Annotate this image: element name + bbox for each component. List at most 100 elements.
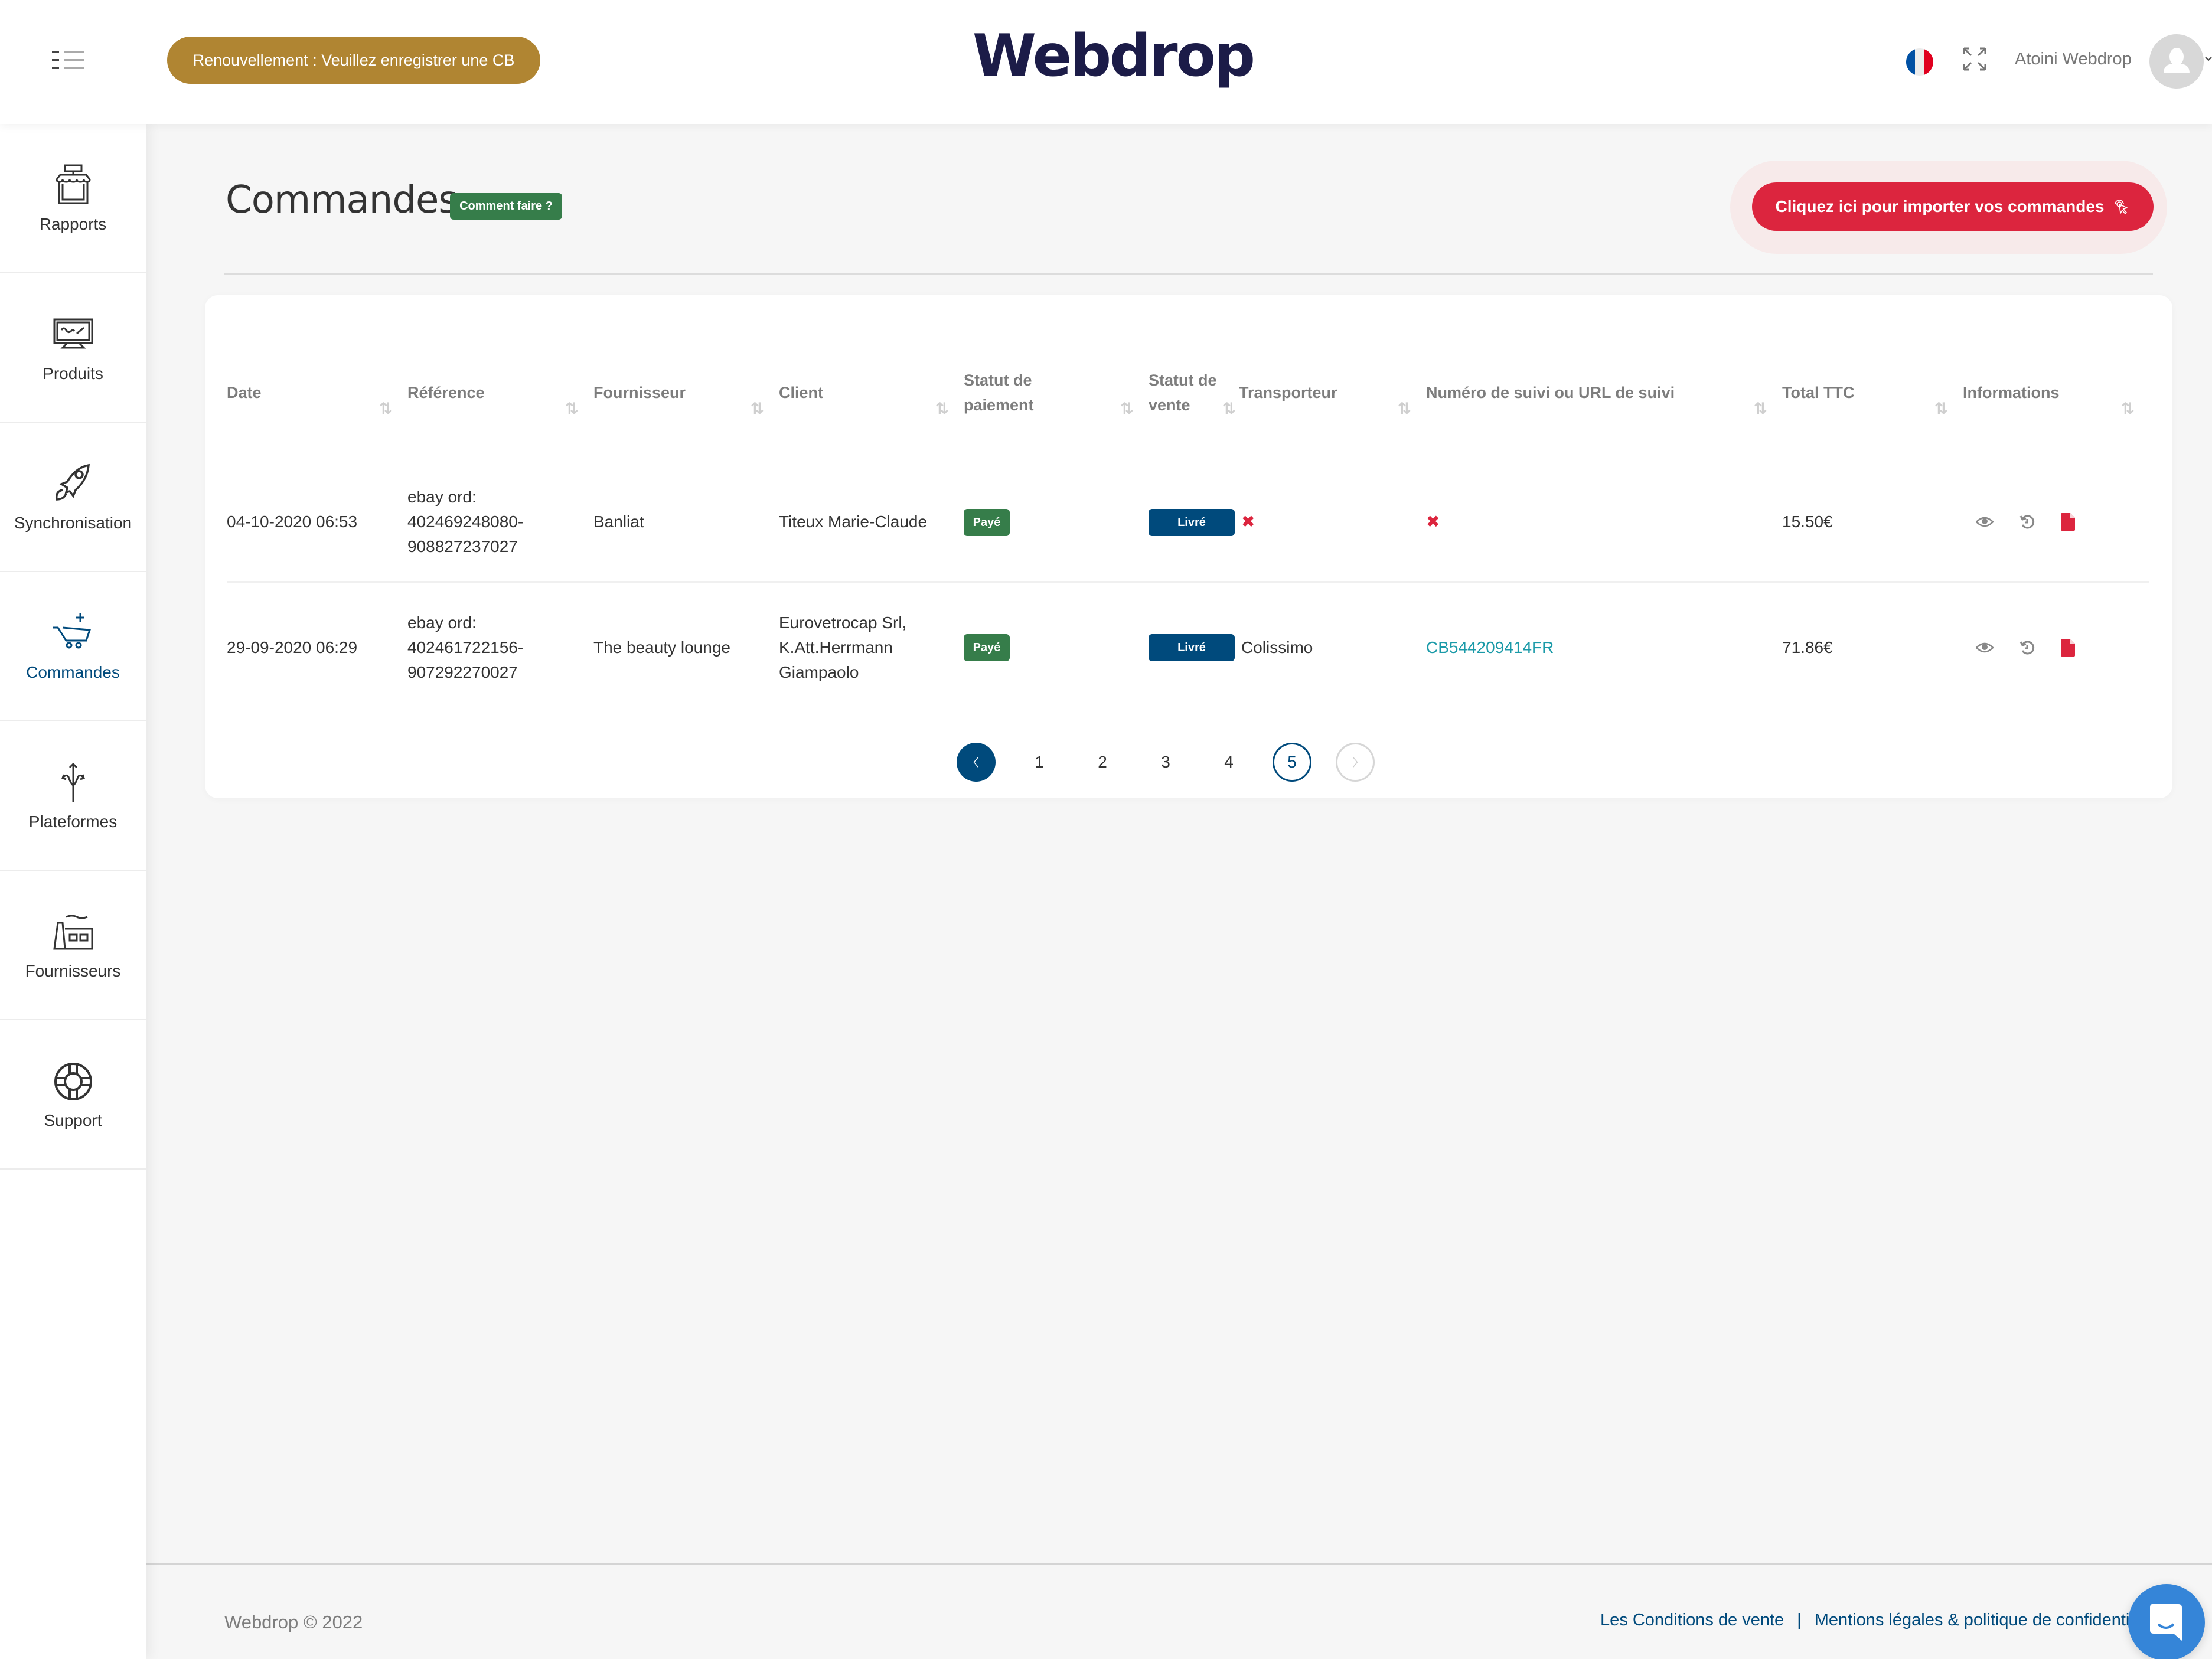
user-name[interactable]: Atoini Webdrop [2015, 46, 2132, 72]
order-date: 29-09-2020 06:29 [227, 638, 358, 657]
sort-icon[interactable]: ⇅ [565, 396, 582, 417]
pagination-page-4[interactable]: 4 [1209, 743, 1248, 782]
title-divider [224, 273, 2153, 275]
carrier-cell: ✖ [1239, 463, 1426, 583]
invoice-document-icon[interactable] [2061, 638, 2075, 657]
sidebar-item-label: Plateformes [28, 812, 118, 831]
footer-separator: | [1797, 1611, 1802, 1629]
sort-icon[interactable]: ⇅ [751, 396, 767, 417]
missing-tracking-x-icon: ✖ [1426, 512, 1440, 531]
invoice-document-icon[interactable] [2061, 513, 2075, 531]
pagination-page-5-current[interactable]: 5 [1273, 743, 1311, 782]
order-carrier: Colissimo [1241, 638, 1313, 657]
orders-card: Date ⇅ Référence ⇅ Fournisseur ⇅ Client ⇅ St… [205, 295, 2172, 798]
pagination-page-3[interactable]: 3 [1146, 743, 1185, 782]
sort-icon[interactable]: ⇅ [1754, 396, 1770, 417]
sidebar-item-label: Rapports [39, 214, 107, 233]
top-header: Renouvellement : Veuillez enregistrer un… [0, 0, 2212, 124]
chat-widget-button[interactable] [2128, 1584, 2205, 1659]
fullscreen-icon[interactable] [1962, 46, 1988, 72]
order-total: 71.86€ [1782, 638, 1833, 657]
renewal-card-button[interactable]: Renouvellement : Veuillez enregistrer un… [167, 37, 540, 84]
chevron-down-icon[interactable] [2205, 53, 2212, 65]
rocket-icon [55, 463, 90, 501]
info-actions [1963, 582, 2149, 713]
column-header-sale-status[interactable]: Statut de vente ⇅ [1149, 322, 1239, 463]
sort-icon[interactable]: ⇅ [1222, 396, 1239, 417]
payment-status-badge: Payé [964, 634, 1010, 662]
history-icon[interactable] [2019, 640, 2035, 655]
pagination: 1 2 3 4 5 [957, 742, 1375, 783]
sidebar-item-label: Synchronisation [14, 513, 132, 532]
column-header-tracking[interactable]: Numéro de suivi ou URL de suivi ⇅ [1426, 322, 1782, 463]
sidebar-item-plateformes[interactable]: Plateformes [0, 721, 146, 871]
order-reference: ebay ord: 402461722156- 907292270027 [407, 613, 524, 681]
sidebar-item-support[interactable]: Support [0, 1020, 146, 1170]
import-orders-label: Cliquez ici pour importer vos commandes [1775, 197, 2105, 215]
payment-status-badge: Payé [964, 508, 1010, 536]
how-to-button[interactable]: Comment faire ? [450, 193, 562, 220]
copyright-icon: © [303, 1612, 317, 1632]
order-supplier: Banliat [593, 463, 779, 583]
pagination-page-2[interactable]: 2 [1083, 743, 1122, 782]
sort-icon[interactable]: ⇅ [379, 396, 396, 417]
sidebar-item-fournisseurs[interactable]: Fournisseurs [0, 871, 146, 1020]
sort-icon[interactable]: ⇅ [1120, 396, 1137, 417]
sidebar-nav: Rapports Produits Synchronisation Comman… [0, 124, 146, 1659]
sort-icon[interactable]: ⇅ [1934, 396, 1951, 417]
terms-of-sale-link[interactable]: Les Conditions de vente [1600, 1611, 1784, 1629]
page-title: Commandes [226, 178, 458, 222]
import-orders-button[interactable]: Cliquez ici pour importer vos commandes [1752, 182, 2154, 231]
pagination-next-button[interactable] [1336, 743, 1375, 782]
sidebar-item-rapports[interactable]: Rapports [0, 124, 146, 273]
column-header-info[interactable]: Informations ⇅ [1963, 322, 2149, 463]
import-orders-halo: Cliquez ici pour importer vos commandes [1730, 161, 2167, 254]
tracking-link[interactable]: CB544209414FR [1426, 638, 1554, 657]
legal-privacy-link[interactable]: Mentions légales & politique de confiden… [1815, 1611, 2161, 1629]
sidebar-item-label: Fournisseurs [25, 961, 121, 980]
column-header-total[interactable]: Total TTC ⇅ [1782, 322, 1963, 463]
chevron-right-icon [1352, 757, 1358, 768]
user-avatar[interactable] [2149, 34, 2204, 89]
order-client: Eurovetrocap Srl, K.Att.Herrmann Giampao… [779, 613, 907, 681]
sort-icon[interactable]: ⇅ [935, 396, 952, 417]
footer-links: Les Conditions de vente | Mentions légales… [1600, 1611, 2161, 1630]
sale-status-badge: Livré [1149, 508, 1235, 536]
sale-status-badge: Livré [1149, 634, 1235, 662]
column-header-payment-status[interactable]: Statut de paiement ⇅ [964, 322, 1149, 463]
pagination-prev-button[interactable] [957, 743, 996, 782]
user-silhouette-icon [2164, 48, 2190, 73]
order-supplier: The beauty lounge [593, 638, 730, 657]
shop-icon [55, 164, 91, 204]
cart-plus-icon [53, 613, 91, 648]
webdrop-logo[interactable]: Webdrop [973, 18, 1255, 94]
column-header-client[interactable]: Client ⇅ [779, 322, 964, 463]
column-header-supplier[interactable]: Fournisseur ⇅ [593, 322, 779, 463]
table-row: 04-10-2020 06:53 ebay ord: 402469248080-… [227, 463, 2149, 583]
sidebar-item-produits[interactable]: Produits [0, 273, 146, 423]
chat-icon [2150, 1604, 2182, 1641]
order-total: 15.50€ [1782, 463, 1963, 583]
lifebuoy-icon [54, 1062, 92, 1100]
sort-icon[interactable]: ⇅ [2121, 396, 2138, 417]
sidebar-item-commandes[interactable]: Commandes [0, 572, 146, 721]
sidebar-item-synchronisation[interactable]: Synchronisation [0, 423, 146, 572]
column-header-reference[interactable]: Référence ⇅ [407, 322, 593, 463]
pagination-page-1[interactable]: 1 [1020, 743, 1059, 782]
payment-status-cell: Payé [964, 463, 1149, 583]
sort-icon[interactable]: ⇅ [1398, 396, 1414, 417]
order-date: 04-10-2020 06:53 [227, 463, 407, 583]
menu-toggle-icon[interactable] [52, 51, 85, 71]
info-actions [1963, 463, 2149, 583]
history-icon[interactable] [2019, 514, 2035, 530]
column-header-date[interactable]: Date ⇅ [227, 322, 407, 463]
view-eye-icon[interactable] [1976, 516, 1994, 528]
table-row: 29-09-2020 06:29 ebay ord: 402461722156-… [227, 582, 2149, 713]
sale-status-cell: Livré [1149, 463, 1239, 583]
language-flag-fr-icon[interactable] [1906, 48, 1933, 76]
sale-status-cell: Livré [1149, 582, 1239, 713]
view-eye-icon[interactable] [1976, 642, 1994, 654]
column-header-carrier[interactable]: Transporteur ⇅ [1239, 322, 1426, 463]
chevron-left-icon [973, 757, 979, 768]
payment-status-cell: Payé [964, 582, 1149, 713]
